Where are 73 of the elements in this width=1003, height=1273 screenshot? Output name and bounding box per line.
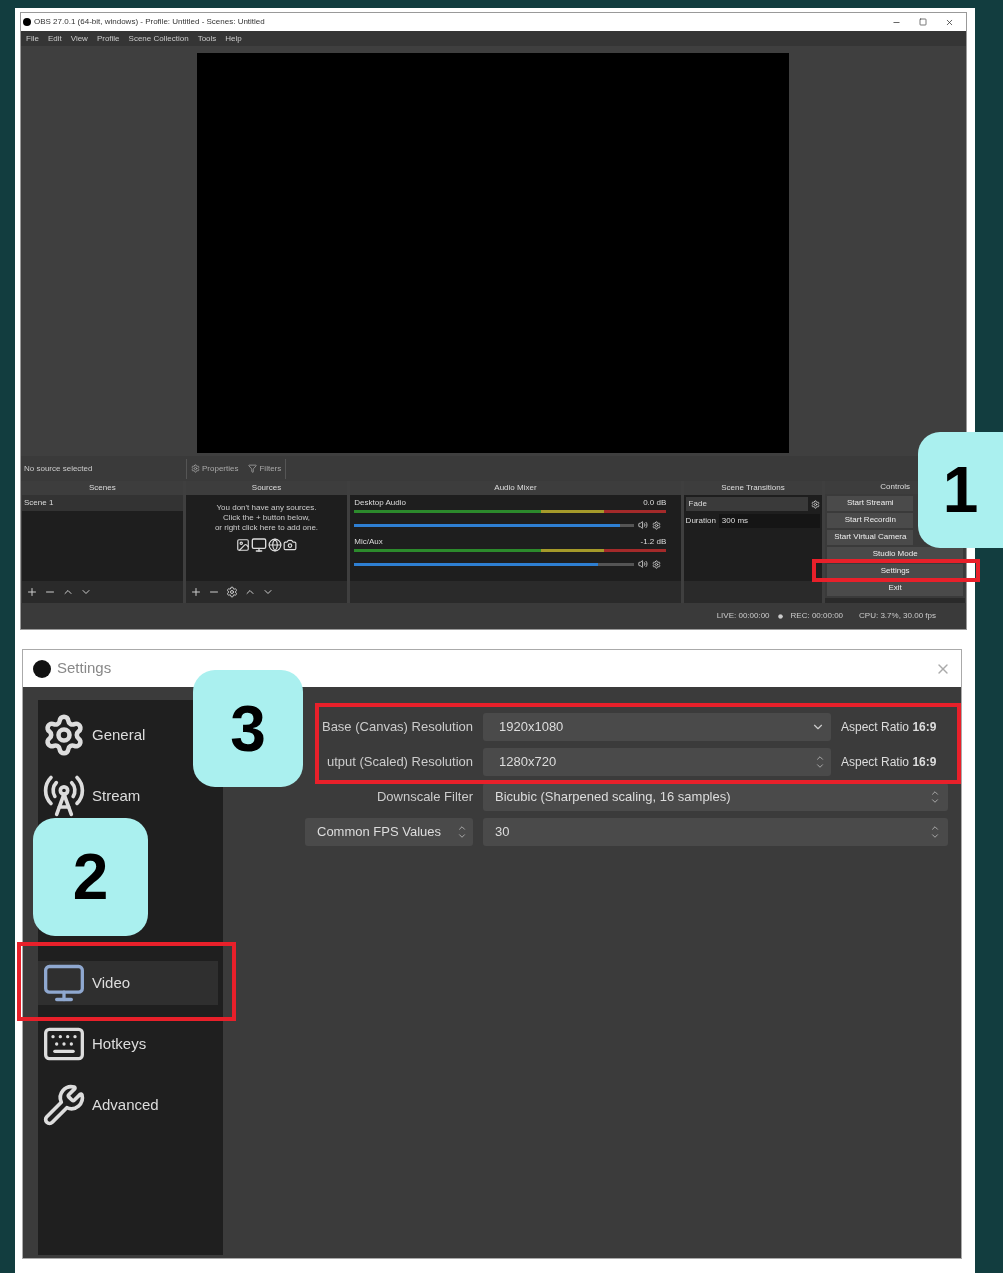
channel-reading: 0.0 dB [643,497,667,509]
add-icon[interactable] [26,586,38,598]
category-item[interactable]: Video [38,961,218,1005]
obs-logo-icon [23,18,31,26]
menu-item[interactable]: Profile [96,32,120,45]
rec-status: REC: 00:00:00 [790,610,844,622]
control-button[interactable]: Settings [827,563,963,579]
speaker-icon[interactable] [638,520,649,530]
dock-title: Sources [251,482,282,494]
step-number-badge: 1 [918,432,1003,548]
add-icon[interactable] [189,586,202,598]
setting-field[interactable]: Bicubic (Sharpened scaling, 16 samples) [483,783,948,811]
close-icon[interactable] [945,17,954,27]
maximize-icon[interactable] [919,18,927,26]
aspect-ratio-text: Aspect Ratio 16:9 [841,719,937,736]
gear-icon [191,464,200,473]
step-number-badge: 2 [33,818,148,936]
setting-field[interactable]: 30 [483,818,948,846]
step-number-badge: 3 [193,670,303,787]
duration-label: Duration [685,515,716,527]
control-button[interactable]: Start Recordin [827,512,914,528]
channel-reading: -1.2 dB [640,536,667,548]
channel-name: Desktop Audio [354,497,406,509]
dock-title: Scene Transitions [721,482,785,494]
settings-icon[interactable] [652,559,662,569]
menu-item[interactable]: Edit [47,32,62,45]
image-icon [236,538,250,552]
source-toolbar-button[interactable]: Filters [248,462,282,475]
speaker-icon[interactable] [638,559,649,569]
category-item[interactable]: Advanced [38,1083,188,1127]
obs-logo-icon [33,659,51,678]
menu-item[interactable]: Scene Collection [128,32,189,45]
window-title: Settings [57,658,112,679]
resolution-dropdown[interactable]: 1920x1080 [483,713,831,741]
aspect-ratio-text: Aspect Ratio 16:9 [841,754,937,771]
monitor-icon [251,537,267,553]
live-status: LIVE: 00:00:00 [716,610,770,622]
duration-field[interactable]: 300 ms [718,514,821,528]
empty-sources-message: You don't have any sources. Click the + button below, or right click here to add one. [214,503,319,533]
settings-icon[interactable] [811,499,821,509]
window-title: OBS 27.0.1 (64-bit, windows) - Profile: Untitled - Scenes: Untitled [34,16,265,28]
setting-label: utput (Scaled) Resolution [326,753,473,772]
radio-tower-icon [42,774,86,818]
category-item[interactable]: Hotkeys [38,1022,188,1066]
dock-title: Scenes [89,482,116,494]
globe-icon [268,538,282,552]
category-item[interactable]: Stream [38,774,188,818]
menu-item[interactable]: Tools [197,32,217,45]
menu-item[interactable]: Help [225,32,242,45]
camera-icon [283,538,297,552]
menu-item[interactable]: File [26,32,39,45]
no-source-label: No source selected [24,462,94,475]
settings-icon[interactable] [652,520,662,530]
dock-title: Controls [880,481,911,494]
wrench-icon [42,1083,86,1127]
transition-select[interactable]: Fade [685,497,809,511]
setting-label: Downscale Filter [375,788,473,807]
gear-icon [42,713,86,757]
channel-name: Mic/Aux [354,536,383,548]
menu-item[interactable]: View [70,32,88,45]
cpu-status: CPU: 3.7%, 30.00 fps [859,610,936,622]
setting-label: Base (Canvas) Resolution [320,718,473,737]
fps-type-dropdown[interactable]: Common FPS Values [305,818,473,846]
control-button[interactable]: Start Virtual Camera [827,529,914,545]
filter-icon [248,464,258,473]
settings-icon[interactable] [225,586,238,598]
control-button[interactable]: Start Streami [827,495,914,511]
record-dot-icon [777,613,783,619]
source-toolbar-button[interactable]: Properties [191,462,239,475]
category-item[interactable]: General [38,713,188,757]
resolution-field[interactable]: 1280x720 [483,748,831,776]
scene-item[interactable]: Scene 1 [22,495,183,511]
dock-title: Audio Mixer [494,482,537,494]
